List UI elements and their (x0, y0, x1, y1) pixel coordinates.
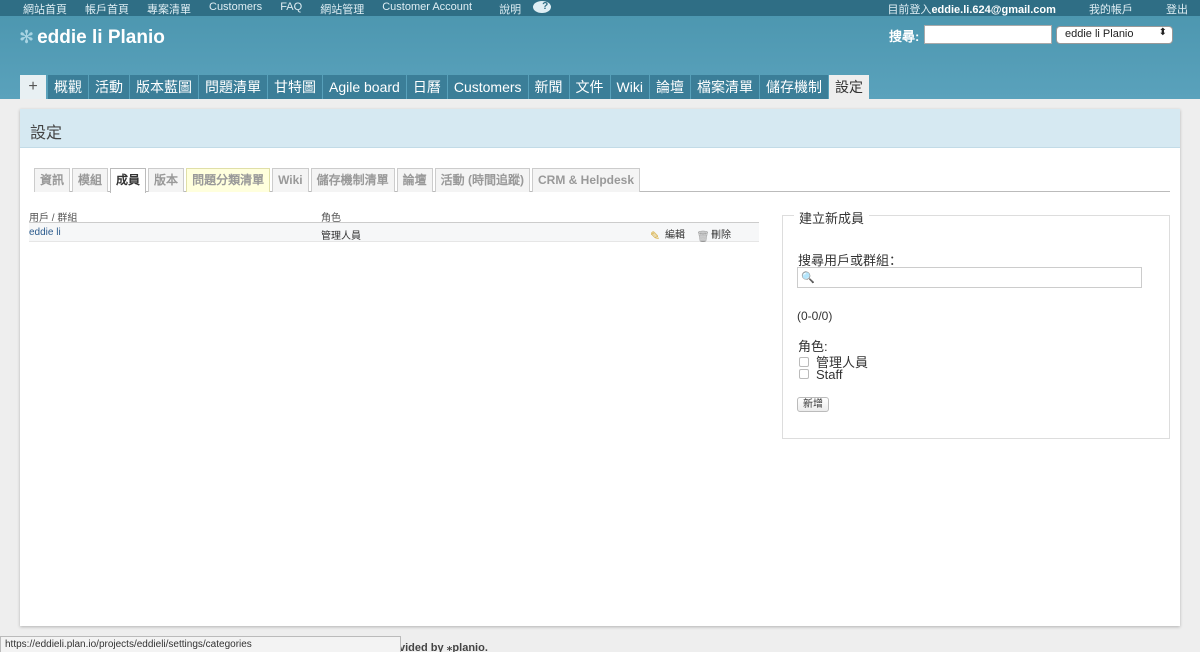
settings-tab-repositories[interactable]: 儲存機制清單 (310, 168, 395, 192)
settings-tab-modules[interactable]: 模組 (72, 168, 109, 192)
settings-tab-members[interactable]: 成員 (110, 168, 147, 193)
role-label: Staff (816, 367, 843, 382)
members-table-header: 用戶 / 群組 角色 (29, 207, 759, 224)
logout-link[interactable]: 登出 (1166, 4, 1188, 16)
edit-member-button[interactable]: ✎ 編輯 (650, 226, 685, 243)
project-jump-select[interactable]: eddie li Planio ⬍ (1056, 26, 1173, 44)
tab-news[interactable]: 新聞 (528, 75, 569, 99)
settings-tab-crm-helpdesk[interactable]: CRM & Helpdesk (532, 168, 641, 192)
content-header: 設定 (20, 109, 1180, 148)
delete-label: 刪除 (711, 230, 731, 241)
table-row: eddie li 管理人員 ✎ 編輯 🗑刪除 (29, 223, 759, 243)
tab-issues[interactable]: 問題清單 (199, 75, 267, 99)
settings-tab-versions[interactable]: 版本 (148, 168, 185, 192)
add-member-button[interactable]: 新增 (797, 397, 829, 412)
magnifier-icon: 🔍 (801, 272, 815, 284)
top-link-home[interactable]: 網站首頁 (14, 1, 76, 17)
column-header-user: 用戶 / 群組 (29, 213, 78, 224)
header: ✻ eddie li Planio 搜尋: eddie li Planio ⬍ + … (0, 16, 1200, 99)
app-logo[interactable]: ✻ eddie li Planio (19, 27, 165, 49)
status-bar-url: https://eddieli.plan.io/projects/eddieli… (0, 636, 401, 652)
new-object-button[interactable]: + (20, 75, 46, 99)
settings-tabs: 資訊 模組 成員 版本 問題分類清單 Wiki 儲存機制清單 論壇 活動 (時間… (34, 167, 1170, 193)
top-link-customer-account[interactable]: Customer Account (373, 1, 481, 17)
top-link-faq[interactable]: FAQ (271, 1, 311, 17)
content-panel: 設定 資訊 模組 成員 版本 問題分類清單 Wiki 儲存機制清單 論壇 活動 … (20, 109, 1180, 626)
tab-gantt[interactable]: 甘特圖 (268, 75, 322, 99)
tab-wiki[interactable]: Wiki (610, 75, 649, 99)
member-user-link[interactable]: eddie li (29, 227, 61, 238)
member-role: 管理人員 (321, 231, 361, 242)
pencil-icon: ✎ (650, 229, 661, 243)
edit-label: 編輯 (665, 230, 685, 241)
tab-documents[interactable]: 文件 (569, 75, 610, 99)
tab-calendar[interactable]: 日曆 (406, 75, 447, 99)
logo-text: eddie li Planio (37, 27, 165, 48)
tab-roadmap[interactable]: 版本藍圖 (130, 75, 198, 99)
new-member-fieldset: 建立新成員 搜尋用戶或群組： 🔍 (0-0/0) 角色: 管理人員 Staff … (782, 208, 1170, 439)
top-account-bar: 網站首頁 帳戶首頁 專案清單 Customers FAQ 網站管理 Custom… (0, 0, 1200, 16)
settings-tab-info[interactable]: 資訊 (34, 168, 71, 192)
role-option-staff[interactable]: Staff (799, 367, 843, 382)
role-checkbox[interactable] (799, 357, 809, 367)
planio-logo-icon: ✻ (19, 27, 35, 47)
top-link-customers[interactable]: Customers (200, 1, 271, 17)
tab-activity[interactable]: 活動 (89, 75, 129, 99)
account-info: 目前登入eddie.li.624@gmail.com 我的帳戶 登出 (881, 1, 1188, 17)
settings-tab-wiki[interactable]: Wiki (272, 168, 309, 192)
role-checkbox[interactable] (799, 369, 809, 379)
top-menu: 網站首頁 帳戶首頁 專案清單 Customers FAQ 網站管理 Custom… (14, 1, 560, 17)
tab-repository[interactable]: 儲存機制 (759, 75, 828, 99)
delete-member-button[interactable]: 🗑刪除 (696, 226, 731, 243)
select-arrows-icon: ⬍ (1158, 27, 1167, 38)
tab-customers[interactable]: Customers (447, 75, 528, 99)
tab-forums[interactable]: 論壇 (649, 75, 690, 99)
settings-tab-categories[interactable]: 問題分類清單 (186, 168, 271, 192)
search-label: 搜尋: (889, 29, 920, 44)
top-link-my-page[interactable]: 帳戶首頁 (76, 1, 138, 17)
logged-in-label: 目前登入 (887, 4, 932, 16)
search-input[interactable] (924, 25, 1052, 44)
top-link-admin[interactable]: 網站管理 (311, 1, 373, 17)
principal-search-input[interactable]: 🔍 (797, 267, 1142, 288)
top-link-help[interactable]: 說明? (481, 1, 560, 17)
project-select-value: eddie li Planio (1065, 28, 1134, 40)
settings-tab-boards[interactable]: 論壇 (396, 168, 433, 192)
my-account-link[interactable]: 我的帳戶 (1089, 4, 1133, 16)
settings-tab-activities[interactable]: 活動 (時間追蹤) (434, 168, 530, 192)
tab-overview[interactable]: 概觀 (48, 75, 88, 99)
trash-icon: 🗑 (696, 231, 710, 243)
help-icon[interactable]: ? (533, 1, 552, 13)
footer-text: vided by ⁎planio. (399, 642, 488, 652)
tab-files[interactable]: 檔案清單 (690, 75, 759, 99)
logged-in-user[interactable]: eddie.li.624@gmail.com (931, 4, 1055, 16)
top-link-projects[interactable]: 專案清單 (138, 1, 200, 17)
new-member-legend: 建立新成員 (794, 208, 870, 227)
tab-agile-board[interactable]: Agile board (323, 75, 406, 99)
column-header-role: 角色 (321, 213, 341, 224)
members-table: 用戶 / 群組 角色 eddie li 管理人員 ✎ 編輯 🗑刪除 (29, 207, 759, 243)
tab-settings[interactable]: 設定 (828, 75, 869, 99)
pagination-count: (0-0/0) (797, 309, 833, 323)
help-label: 說明 (499, 4, 522, 16)
main-menu: + 概觀 活動 版本藍圖 問題清單 甘特圖 Agile board 日曆 Cus… (20, 75, 870, 99)
page-title: 設定 (30, 125, 63, 142)
